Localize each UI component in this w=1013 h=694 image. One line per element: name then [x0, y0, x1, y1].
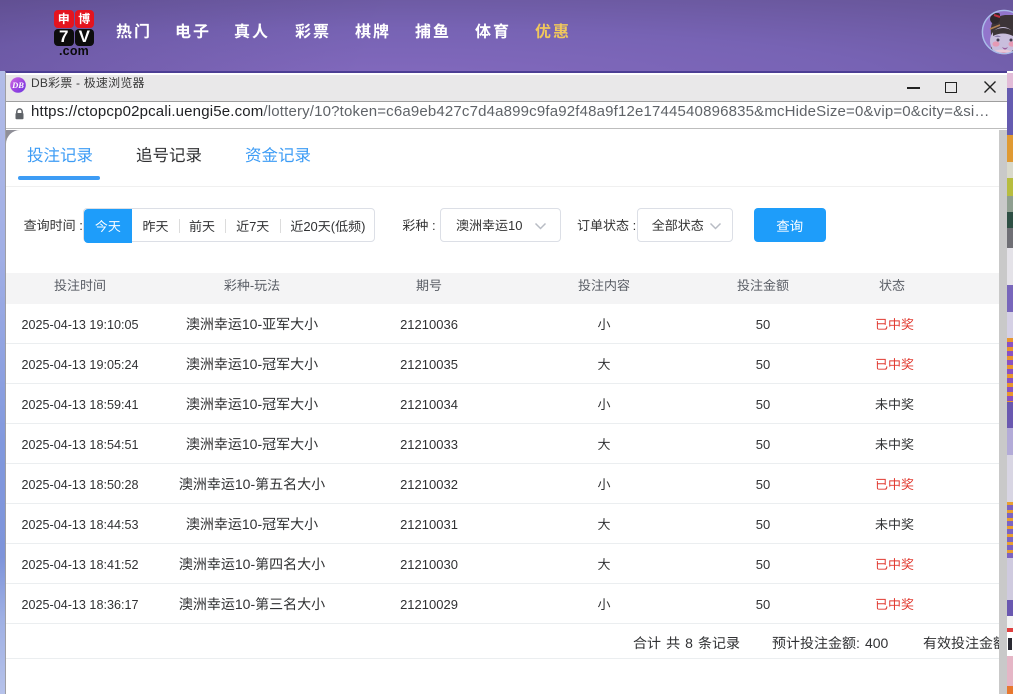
svg-text:DB: DB — [11, 80, 24, 90]
